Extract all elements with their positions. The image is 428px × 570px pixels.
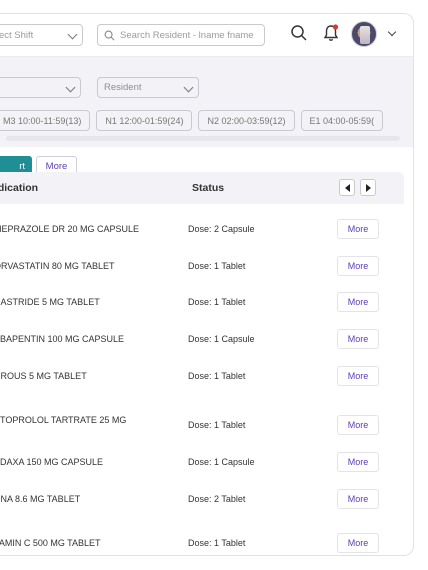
table-row: NNA 8.6 MG TABLET Dose: 2 Tablet More — [0, 469, 404, 509]
dose-status: Dose: 1 Tablet — [188, 538, 246, 548]
chevron-down-icon[interactable] — [387, 27, 397, 37]
search-resident-input[interactable]: Search Resident - lname fname — [97, 24, 265, 46]
table-row: NASTRIDE 5 MG TABLET Dose: 1 Tablet More — [0, 284, 404, 320]
shift-select-text: ect Shift — [0, 29, 34, 41]
dose-status: Dose: 1 Tablet — [188, 297, 246, 307]
row-more-button[interactable]: More — [337, 533, 379, 553]
row-more-button[interactable]: More — [337, 329, 379, 349]
row-more-button[interactable]: More — [337, 219, 379, 239]
top-bar: ect Shift Search Resident - lname fname — [0, 14, 413, 56]
medication-panel: ect Shift Search Resident - lname fname — [0, 13, 414, 556]
arrow-right-icon — [365, 183, 371, 192]
table-header: edication Status — [0, 172, 404, 204]
row-more-button[interactable]: More — [337, 256, 379, 276]
medication-name: ORVASTATIN 80 MG TABLET — [0, 261, 115, 271]
table-row: RROUS 5 MG TABLET Dose: 1 Tablet More — [0, 358, 404, 394]
medication-name-line1: ETOPROLOL TARTRATE 25 MG — [0, 415, 127, 425]
resident-select[interactable]: Resident — [97, 77, 199, 98]
chevron-down-icon — [65, 82, 76, 93]
resident-select-text: Resident — [104, 82, 142, 93]
table-row: ABAPENTIN 100 MG CAPSULE Dose: 1 Capsule… — [0, 321, 404, 357]
medication-name: TAMIN C 500 MG TABLET — [0, 538, 101, 548]
row-more-button[interactable]: More — [337, 292, 379, 312]
medication-name: ABAPENTIN 100 MG CAPSULE — [0, 334, 125, 344]
shift-chip-n1[interactable]: N1 12:00-01:59(24) — [96, 110, 193, 131]
chevron-down-icon — [183, 82, 194, 93]
shift-chip-e1[interactable]: E1 04:00-05:59( — [300, 110, 384, 131]
shift-chips: M3 10:00-11:59(13) N1 12:00-01:59(24) N2… — [0, 110, 384, 131]
table-row: ETOPROLOL TARTRATE 25 MG B Dose: 1 Table… — [0, 394, 404, 436]
column-header-status: Status — [192, 182, 225, 194]
table-row: ORVASTATIN 80 MG TABLET Dose: 1 Tablet M… — [0, 248, 404, 284]
row-more-button[interactable]: More — [337, 366, 379, 386]
row-more-button[interactable]: More — [337, 489, 379, 509]
dose-status: Dose: 1 Capsule — [188, 334, 255, 344]
dose-status: Dose: 1 Tablet — [188, 371, 246, 381]
chevron-down-icon — [67, 29, 78, 40]
filter-select[interactable] — [0, 77, 81, 98]
arrow-left-icon — [344, 183, 350, 192]
search-placeholder: Search Resident - lname fname — [120, 29, 254, 41]
medication-name: NASTRIDE 5 MG TABLET — [0, 297, 100, 307]
search-icon[interactable] — [290, 24, 308, 42]
horizontal-scrollbar[interactable] — [6, 136, 400, 141]
next-button[interactable] — [360, 179, 376, 196]
shift-select[interactable]: ect Shift — [0, 24, 83, 46]
table-row: TAMIN C 500 MG TABLET Dose: 1 Tablet Mor… — [0, 512, 404, 553]
medication-name: ADAXA 150 MG CAPSULE — [0, 457, 104, 467]
table-row: MEPRAZOLE DR 20 MG CAPSULE Dose: 2 Capsu… — [0, 211, 404, 247]
medication-name: RROUS 5 MG TABLET — [0, 371, 87, 381]
dose-status: Dose: 2 Tablet — [188, 494, 246, 504]
column-header-medication: edication — [0, 182, 39, 194]
shift-chip-n2[interactable]: N2 02:00-03:59(12) — [198, 110, 295, 131]
medication-name: NNA 8.6 MG TABLET — [0, 494, 81, 504]
dose-status: Dose: 1 Tablet — [188, 420, 246, 430]
notification-bell-icon[interactable] — [322, 23, 340, 43]
user-avatar[interactable] — [351, 21, 377, 47]
dose-status: Dose: 2 Capsule — [188, 224, 255, 234]
table-row: ADAXA 150 MG CAPSULE Dose: 1 Capsule Mor… — [0, 432, 404, 472]
dose-status: Dose: 1 Tablet — [188, 261, 246, 271]
medication-name: MEPRAZOLE DR 20 MG CAPSULE — [0, 224, 140, 234]
filter-area: Resident M3 10:00-11:59(13) N1 12:00-01:… — [0, 57, 413, 147]
dose-status: Dose: 1 Capsule — [188, 457, 255, 467]
search-icon — [104, 30, 115, 41]
previous-button[interactable] — [339, 179, 355, 196]
shift-chip-m3[interactable]: M3 10:00-11:59(13) — [0, 110, 91, 131]
